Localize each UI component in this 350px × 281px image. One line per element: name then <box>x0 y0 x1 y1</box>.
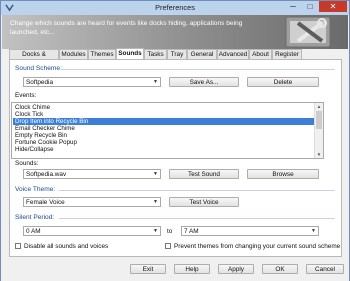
section-divider <box>61 69 335 70</box>
disable-sounds-checkbox[interactable] <box>15 243 21 249</box>
chevron-down-icon: ▼ <box>311 228 316 234</box>
tab-docks-shelves[interactable]: Docks & Shelves <box>9 49 59 68</box>
close-button[interactable]: ✕ <box>319 1 347 12</box>
tab-about[interactable]: About <box>249 49 272 59</box>
tools-icon <box>285 16 331 48</box>
header-banner: Change which sounds are heard for events… <box>2 15 348 49</box>
scroll-up-icon[interactable]: ▲ <box>315 103 323 110</box>
sound-file-select[interactable]: Softpedia.wav ▼ <box>23 169 161 179</box>
list-item-selected[interactable]: Drop Item into Recycle Bin <box>13 118 315 125</box>
tab-general[interactable]: General <box>187 49 217 59</box>
delete-scheme-button[interactable]: Delete <box>247 77 319 87</box>
silent-period-heading: Silent Period: <box>15 214 55 221</box>
chevron-down-icon: ▼ <box>153 228 158 234</box>
silent-to-value: 7 AM <box>184 228 199 235</box>
prevent-themes-checkbox[interactable] <box>165 243 171 249</box>
apply-button[interactable]: Apply <box>218 264 254 274</box>
silent-to-label: to <box>167 228 173 235</box>
disable-sounds-label: Disable all sounds and voices <box>24 243 109 250</box>
sounds-label: Sounds: <box>15 160 39 167</box>
scrollbar-thumb[interactable] <box>316 111 322 129</box>
tab-tasks[interactable]: Tasks <box>144 49 167 59</box>
exit-button[interactable]: Exit <box>130 264 166 274</box>
voice-theme-select[interactable]: Female Voice ▼ <box>23 197 161 207</box>
tab-advanced[interactable]: Advanced <box>217 49 249 59</box>
tab-tray[interactable]: Tray <box>167 49 187 59</box>
tab-themes[interactable]: Themes <box>88 49 116 59</box>
test-voice-button[interactable]: Test Voice <box>169 197 239 207</box>
tab-modules[interactable]: Modules <box>59 49 88 59</box>
preferences-window: Preferences ─ □ ✕ Change which sounds ar… <box>0 0 350 281</box>
list-item[interactable]: Empty Recycle Bin <box>13 132 315 139</box>
chevron-down-icon: ▼ <box>153 79 158 85</box>
chevron-down-icon: ▼ <box>153 199 158 205</box>
banner-description: Change which sounds are heard for events… <box>10 20 243 36</box>
section-divider <box>59 218 335 219</box>
section-divider <box>59 190 335 191</box>
minimize-button[interactable]: ─ <box>285 1 301 12</box>
list-item[interactable]: Clock Chime <box>13 104 315 111</box>
silent-to-select[interactable]: 7 AM ▼ <box>181 226 319 236</box>
sound-scheme-heading: Sound Scheme: <box>15 65 62 72</box>
list-item[interactable]: Clock Tick <box>13 111 315 118</box>
browse-button[interactable]: Browse <box>247 169 319 179</box>
save-as-button[interactable]: Save As... <box>169 77 239 87</box>
tab-register[interactable]: Register <box>272 49 302 59</box>
chevron-down-icon: ▼ <box>153 171 158 177</box>
voice-theme-heading: Voice Theme: <box>15 186 56 193</box>
list-item[interactable]: Fortune Cookie Popup <box>13 139 315 146</box>
events-list[interactable]: Clock Chime Clock Tick Drop Item into Re… <box>11 102 324 159</box>
help-button[interactable]: Help <box>174 264 210 274</box>
silent-from-value: 0 AM <box>26 228 41 235</box>
ok-button[interactable]: OK <box>262 264 298 274</box>
sound-scheme-value: Softpedia <box>26 79 54 86</box>
cancel-button[interactable]: Cancel <box>306 264 344 274</box>
test-sound-button[interactable]: Test Sound <box>169 169 239 179</box>
events-label: Events: <box>15 92 37 99</box>
list-item[interactable]: Hide/Collapse <box>13 146 315 153</box>
dialog-footer: Exit Help Apply OK Cancel <box>1 259 349 281</box>
sound-file-value: Softpedia.wav <box>26 171 67 178</box>
sound-scheme-select[interactable]: Softpedia ▼ <box>23 77 161 87</box>
silent-from-select[interactable]: 0 AM ▼ <box>23 226 161 236</box>
voice-theme-value: Female Voice <box>26 199 65 206</box>
title-bar[interactable]: Preferences ─ □ ✕ <box>1 1 349 15</box>
prevent-themes-label: Prevent themes from changing your curren… <box>174 243 341 250</box>
maximize-button[interactable]: □ <box>302 1 318 12</box>
events-scrollbar[interactable]: ▲ ▼ <box>314 103 323 158</box>
list-item[interactable]: Email Checker Chime <box>13 125 315 132</box>
scroll-down-icon[interactable]: ▼ <box>315 151 323 158</box>
